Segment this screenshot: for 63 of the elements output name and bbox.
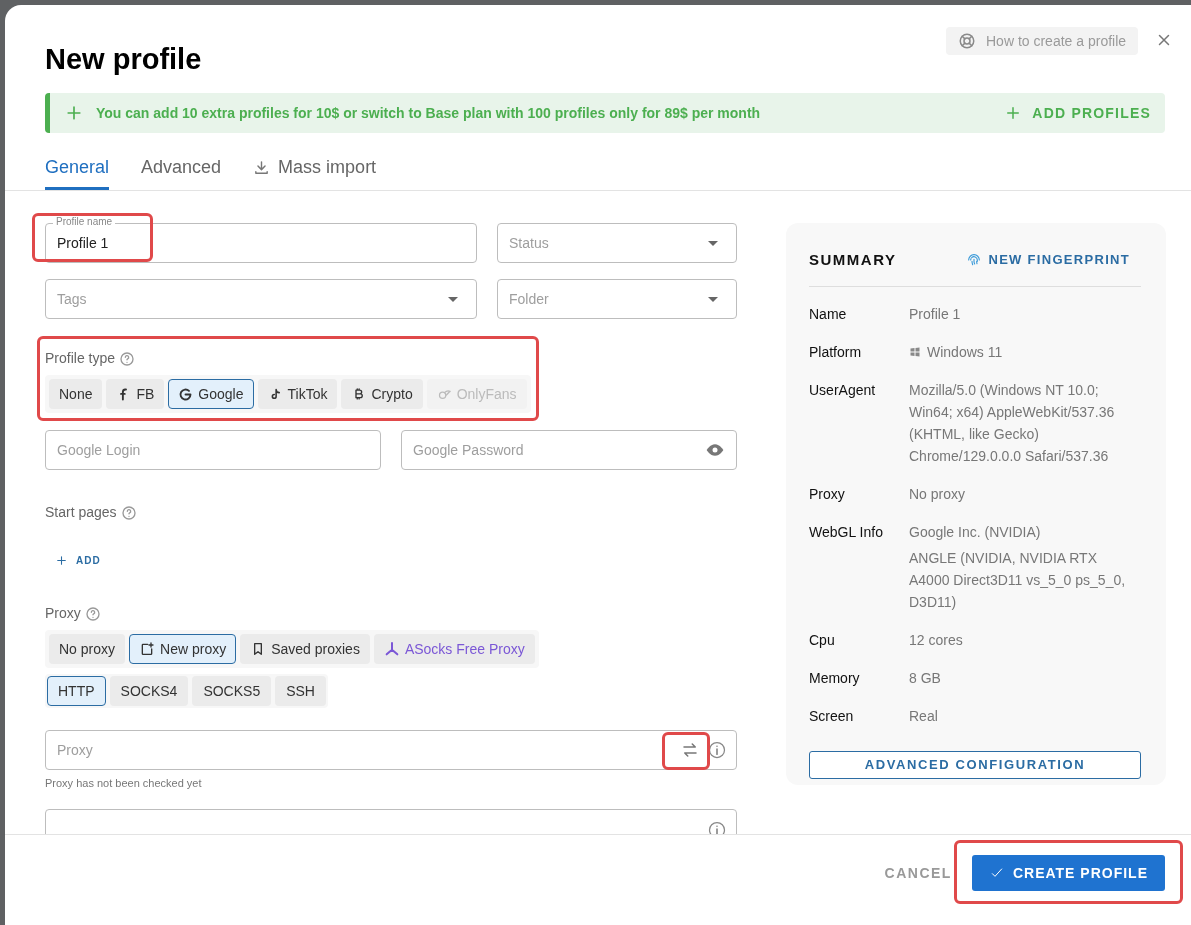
summary-label: Memory bbox=[809, 669, 861, 688]
hint-text: Proxy has not been checked yet bbox=[45, 776, 203, 791]
proxy-source-button[interactable]: Saved proxies bbox=[240, 634, 370, 664]
field-label: Profile name bbox=[53, 216, 116, 228]
section-label: Profile type bbox=[45, 349, 116, 368]
add-button[interactable]: ADD bbox=[55, 553, 101, 568]
help-icon bbox=[120, 504, 137, 521]
section-label: Proxy bbox=[45, 604, 81, 623]
help-icon bbox=[119, 350, 136, 367]
proxy-source-button[interactable]: ASocks Free Proxy bbox=[373, 634, 535, 664]
summary-value: Profile 1 bbox=[909, 305, 962, 324]
summary-label: Platform bbox=[809, 343, 863, 362]
tripod-icon bbox=[383, 641, 400, 657]
profile-type-button[interactable]: FB bbox=[106, 379, 165, 409]
new-fingerprint-button[interactable]: NEW FINGERPRINT bbox=[966, 250, 1130, 270]
lifebuoy-icon bbox=[958, 32, 976, 50]
section-label: Start pages bbox=[45, 503, 117, 522]
fingerprint-icon bbox=[966, 252, 983, 268]
info-icon bbox=[707, 740, 727, 760]
profile-type-button[interactable]: Google bbox=[168, 379, 254, 409]
summary-value: No proxy bbox=[909, 485, 967, 504]
caret-icon bbox=[708, 240, 718, 246]
help-icon bbox=[84, 605, 101, 622]
card-title: SUMMARY bbox=[809, 249, 897, 270]
summary-label: Proxy bbox=[809, 485, 846, 504]
summary-value: Google Inc. (NVIDIA) bbox=[909, 523, 1042, 542]
create-profile-button[interactable]: CREATE PROFILE bbox=[971, 855, 1165, 891]
protocol-button[interactable]: HTTP bbox=[47, 676, 106, 706]
dialog-title: New profile bbox=[45, 45, 202, 74]
profile-type-button[interactable]: None bbox=[49, 379, 103, 409]
info-icon bbox=[707, 819, 727, 834]
summary-value: 8 GB bbox=[909, 669, 942, 688]
proxy-source-button[interactable]: No proxy bbox=[49, 634, 126, 664]
tab[interactable]: Advanced bbox=[141, 148, 222, 190]
summary-label: Name bbox=[809, 305, 848, 324]
profile-type-button[interactable]: Crypto bbox=[341, 379, 423, 409]
g-letter-icon bbox=[178, 386, 194, 402]
windows-icon bbox=[909, 346, 921, 358]
banner-message: You can add 10 extra profiles for 10$ or switch to Base plan with 100 profiles only for 89$ per month bbox=[96, 103, 761, 123]
protocol-button[interactable]: SOCKS4 bbox=[109, 676, 189, 706]
cancel-button[interactable]: CANCEL bbox=[884, 862, 952, 884]
proxy-source-button[interactable]: New proxy bbox=[129, 634, 237, 664]
tab[interactable]: Mass import bbox=[253, 148, 377, 190]
summary-label: WebGL Info bbox=[809, 523, 884, 542]
swap-button[interactable] bbox=[681, 741, 699, 759]
caret-icon bbox=[448, 296, 458, 302]
download-icon bbox=[253, 159, 271, 176]
caret-icon bbox=[708, 296, 718, 302]
plus-icon bbox=[55, 554, 68, 567]
summary-value: 12 cores bbox=[909, 631, 964, 650]
summary-value: Mozilla/5.0 (Windows NT 10.0; Win64; x64) AppleWebKit/537.36 (KHTML, like Gecko) Chrome/129.0.0.0 Safari/537.36 bbox=[909, 381, 1116, 466]
protocol-button[interactable]: SSH bbox=[275, 676, 326, 706]
swap-icon bbox=[681, 741, 699, 759]
summary-label: Cpu bbox=[809, 631, 836, 650]
profile-type-button[interactable]: TikTok bbox=[257, 379, 338, 409]
new-item-icon bbox=[139, 641, 156, 657]
summary-label: Screen bbox=[809, 707, 855, 726]
protocol-button[interactable]: SOCKS5 bbox=[192, 676, 272, 706]
summary-value: Real bbox=[909, 707, 939, 726]
advanced-configuration-button[interactable]: ADVANCED CONFIGURATION bbox=[809, 751, 1141, 779]
summary-label: UserAgent bbox=[809, 381, 877, 400]
summary-value: Windows 11 bbox=[927, 343, 1003, 362]
summary-value: ANGLE (NVIDIA, NVIDIA RTX A4000 Direct3D11 vs_5_0 ps_5_0, D3D11) bbox=[909, 549, 1127, 612]
